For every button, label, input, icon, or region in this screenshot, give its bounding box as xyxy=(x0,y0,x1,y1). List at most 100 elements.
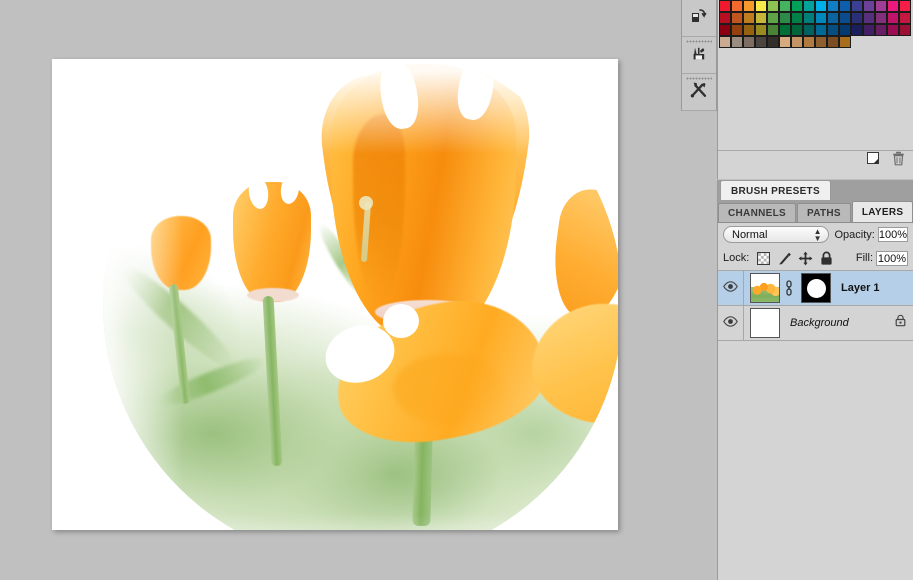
swatch-3-10[interactable] xyxy=(839,36,851,48)
swatch-0-11[interactable] xyxy=(851,0,863,12)
swatch-3-3[interactable] xyxy=(755,36,767,48)
swatch-0-7[interactable] xyxy=(803,0,815,12)
tab-paths[interactable]: PATHS xyxy=(796,203,851,222)
layer-name[interactable]: Layer 1 xyxy=(841,282,880,294)
delete-swatch-icon[interactable] xyxy=(892,151,905,171)
layer-mask-thumbnail[interactable] xyxy=(801,273,831,303)
tab-brush-presets[interactable]: BRUSH PRESETS xyxy=(720,180,831,201)
new-swatch-icon[interactable] xyxy=(866,151,880,170)
layer-locked-icon xyxy=(895,314,906,332)
swatch-3-0[interactable] xyxy=(719,36,731,48)
lock-row: Lock: Fill: 100% xyxy=(718,246,913,271)
swatch-1-13[interactable] xyxy=(875,12,887,24)
layer-visibility-toggle[interactable] xyxy=(718,271,744,305)
swatch-0-12[interactable] xyxy=(863,0,875,12)
petal-notch xyxy=(383,304,419,338)
swatch-3-6[interactable] xyxy=(791,36,803,48)
swatch-2-1[interactable] xyxy=(731,24,743,36)
swatch-2-2[interactable] xyxy=(743,24,755,36)
swatch-2-13[interactable] xyxy=(875,24,887,36)
opacity-input[interactable]: 100% xyxy=(877,227,908,242)
swatch-2-5[interactable] xyxy=(779,24,791,36)
swatch-3-4[interactable] xyxy=(767,36,779,48)
tab-channels[interactable]: CHANNELS xyxy=(718,203,796,222)
swatch-1-14[interactable] xyxy=(887,12,899,24)
swatch-1-10[interactable] xyxy=(839,12,851,24)
layer-name[interactable]: Background xyxy=(790,317,849,329)
swatch-0-1[interactable] xyxy=(731,0,743,12)
panel-drag-grip[interactable] xyxy=(686,40,712,43)
swatch-0-10[interactable] xyxy=(839,0,851,12)
swatch-1-0[interactable] xyxy=(719,12,731,24)
document-workspace[interactable] xyxy=(0,0,681,580)
history-icon-button[interactable] xyxy=(682,0,716,37)
blend-mode-row: Normal ▲ ▼ Opacity: 100% xyxy=(718,223,913,246)
swatch-2-8[interactable] xyxy=(815,24,827,36)
swatch-grid[interactable] xyxy=(719,0,913,48)
swatch-1-7[interactable] xyxy=(803,12,815,24)
swatch-0-9[interactable] xyxy=(827,0,839,12)
blend-mode-select[interactable]: Normal ▲ ▼ xyxy=(723,226,829,243)
layer-row[interactable]: Layer 1 xyxy=(718,271,913,306)
layer-thumbnail[interactable] xyxy=(750,273,780,303)
swatch-2-14[interactable] xyxy=(887,24,899,36)
swatch-0-3[interactable] xyxy=(755,0,767,12)
swatch-0-14[interactable] xyxy=(887,0,899,12)
swatch-3-9[interactable] xyxy=(827,36,839,48)
link-icon[interactable] xyxy=(784,280,793,296)
lock-transparent-pixels-icon[interactable] xyxy=(755,250,771,266)
tools-icon-button[interactable] xyxy=(682,74,716,111)
swatch-2-9[interactable] xyxy=(827,24,839,36)
layer-row[interactable]: Background xyxy=(718,306,913,341)
swatch-0-0[interactable] xyxy=(719,0,731,12)
swatch-0-6[interactable] xyxy=(791,0,803,12)
highlight-haze xyxy=(103,59,183,530)
swatch-0-15[interactable] xyxy=(899,0,911,12)
swatch-1-11[interactable] xyxy=(851,12,863,24)
swatch-0-2[interactable] xyxy=(743,0,755,12)
swatch-1-2[interactable] xyxy=(743,12,755,24)
swatch-2-0[interactable] xyxy=(719,24,731,36)
brush-presets-tab-strip: BRUSH PRESETS xyxy=(717,180,913,201)
layer-list: Layer 1 Background xyxy=(718,271,913,341)
tab-channels-label: CHANNELS xyxy=(728,207,786,219)
layer-thumbnail[interactable] xyxy=(750,308,780,338)
swatch-2-3[interactable] xyxy=(755,24,767,36)
swatch-1-3[interactable] xyxy=(755,12,767,24)
swatch-1-1[interactable] xyxy=(731,12,743,24)
tool-presets-icon-button[interactable] xyxy=(682,37,716,74)
swatch-3-1[interactable] xyxy=(731,36,743,48)
tab-layers[interactable]: LAYERS xyxy=(851,201,913,222)
image-canvas[interactable] xyxy=(52,59,618,530)
swatch-3-7[interactable] xyxy=(803,36,815,48)
lock-position-icon[interactable] xyxy=(797,250,813,266)
swatch-1-9[interactable] xyxy=(827,12,839,24)
swatch-3-8[interactable] xyxy=(815,36,827,48)
swatch-1-6[interactable] xyxy=(791,12,803,24)
lock-image-pixels-icon[interactable] xyxy=(776,250,792,266)
swatch-1-15[interactable] xyxy=(899,12,911,24)
layers-panel: CHANNELS PATHS LAYERS Normal ▲ ▼ Opacity: 1… xyxy=(717,200,913,580)
swatch-2-4[interactable] xyxy=(767,24,779,36)
swatch-3-5[interactable] xyxy=(779,36,791,48)
swatch-row-filler xyxy=(851,36,911,48)
lock-all-icon[interactable] xyxy=(818,250,834,266)
swatch-0-5[interactable] xyxy=(779,0,791,12)
swatch-0-8[interactable] xyxy=(815,0,827,12)
swatch-2-7[interactable] xyxy=(803,24,815,36)
swatch-2-12[interactable] xyxy=(863,24,875,36)
swatch-3-2[interactable] xyxy=(743,36,755,48)
swatch-2-11[interactable] xyxy=(851,24,863,36)
swatch-1-8[interactable] xyxy=(815,12,827,24)
swatch-1-4[interactable] xyxy=(767,12,779,24)
swatch-1-5[interactable] xyxy=(779,12,791,24)
layer-visibility-toggle[interactable] xyxy=(718,306,744,340)
swatch-0-4[interactable] xyxy=(767,0,779,12)
swatch-1-12[interactable] xyxy=(863,12,875,24)
swatch-2-10[interactable] xyxy=(839,24,851,36)
fill-input[interactable]: 100% xyxy=(876,250,908,266)
swatch-0-13[interactable] xyxy=(875,0,887,12)
panel-drag-grip[interactable] xyxy=(686,77,712,80)
swatch-2-15[interactable] xyxy=(899,24,911,36)
swatch-2-6[interactable] xyxy=(791,24,803,36)
